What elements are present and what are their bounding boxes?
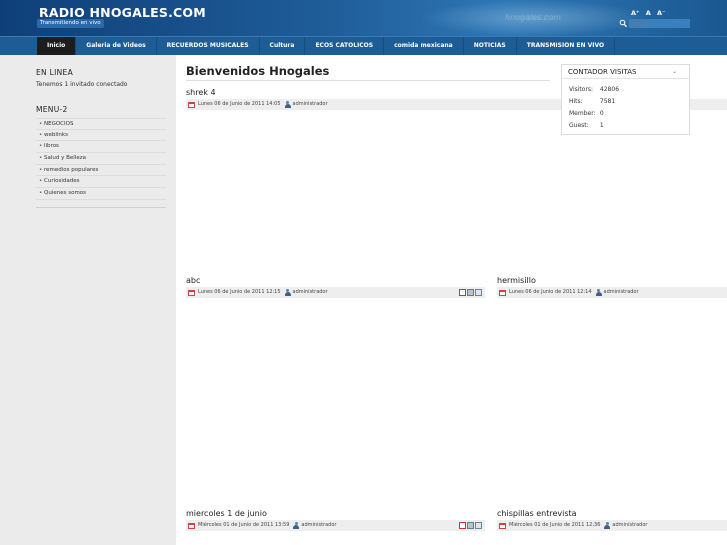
site-title[interactable]: RADIO HNOGALES.COM	[39, 5, 206, 20]
article-meta: Lunes 06 de Junio de 2011 12:15 administ…	[186, 287, 485, 298]
menu-list: NEGOCIOS weblinks libros Salud y Belleza…	[36, 118, 166, 200]
nav-item-ecos-catolicos[interactable]: ECOS CATOLICOS	[305, 37, 385, 55]
calendar-icon	[499, 289, 506, 296]
counter-label: Visitors:	[569, 86, 594, 93]
font-reset-button[interactable]: A	[646, 9, 651, 17]
search-icon	[619, 19, 627, 28]
header-watermark: hnogales.com	[505, 13, 561, 22]
print-icon[interactable]	[467, 522, 474, 529]
pdf-icon[interactable]	[459, 289, 466, 296]
user-icon	[284, 101, 291, 108]
nav-items: Inicio Galeria de Videos RECUERDOS MUSIC…	[37, 37, 616, 58]
counter-label: Member:	[569, 110, 596, 117]
title-divider	[186, 80, 550, 81]
article-date: Miércoles 01 de Junio de 2011 13:59	[198, 522, 290, 528]
counter-row-hits: Hits: 7581	[569, 98, 615, 105]
menu-item-curiosidades[interactable]: Curiosidades	[36, 176, 166, 189]
email-icon[interactable]	[475, 522, 482, 529]
chevron-icon[interactable]: ⌄	[672, 65, 677, 79]
user-icon	[284, 289, 291, 296]
counter-header: CONTADOR VISITAS ⌄	[562, 65, 689, 79]
nav-item-noticias[interactable]: NOTICIAS	[464, 37, 517, 55]
search-box	[619, 19, 690, 28]
article-title[interactable]: chispillas entrevista	[497, 508, 727, 520]
left-sidebar: EN LINEA Tenemos 1 invitado conectado ME…	[0, 55, 176, 545]
counter-label: Guest:	[569, 122, 589, 129]
counter-label: Hits:	[569, 98, 583, 105]
article-title[interactable]: abc	[186, 275, 485, 287]
menu-item-quienes-somos[interactable]: Quienes somos	[36, 188, 166, 200]
article-date: Miércoles 01 de Junio de 2011 12:36	[509, 522, 601, 528]
nav-item-recuerdos-musicales[interactable]: RECUERDOS MUSICALES	[157, 37, 260, 55]
menu-heading: MENU-2	[36, 105, 68, 114]
article-hermisillo: hermisillo Lunes 06 de Junio de 2011 12:…	[497, 275, 727, 298]
nav-item-transmision-en-vivo[interactable]: TRANSMISION EN VIVO	[517, 37, 616, 55]
counter-value: 1	[599, 122, 604, 129]
article-abc: abc Lunes 06 de Junio de 2011 12:15 admi…	[186, 275, 485, 298]
counter-value: 7581	[599, 98, 616, 105]
nav-item-galeria-de-videos[interactable]: Galeria de Videos	[76, 37, 157, 55]
menu-item-libros[interactable]: libros	[36, 141, 166, 154]
online-status-text: Tenemos 1 invitado conectado	[36, 81, 128, 88]
calendar-icon	[188, 101, 195, 108]
article-author: administrador	[603, 289, 639, 295]
user-icon	[595, 289, 602, 296]
article-date: Lunes 06 de Junio de 2011 14:05	[198, 101, 281, 107]
article-author: administrador	[292, 289, 328, 295]
counter-value: 0	[599, 110, 604, 117]
user-icon	[604, 522, 611, 529]
email-icon[interactable]	[475, 289, 482, 296]
page-title: Bienvenidos Hnogales	[186, 64, 330, 78]
counter-value: 42806	[599, 86, 620, 93]
article-date: Lunes 06 de Junio de 2011 12:15	[198, 289, 281, 295]
nav-item-inicio[interactable]: Inicio	[37, 37, 77, 58]
counter-row-visitors: Visitors: 42806	[569, 86, 619, 93]
nav-item-cultura[interactable]: Cultura	[260, 37, 306, 55]
nav-item-comida-mexicana[interactable]: comida mexicana	[384, 37, 464, 55]
site-tagline: Transmitiendo en vivo	[37, 19, 104, 28]
menu-item-negocios[interactable]: NEGOCIOS	[36, 118, 166, 130]
print-icon[interactable]	[467, 289, 474, 296]
user-icon	[293, 522, 300, 529]
site-header: RADIO HNOGALES.COM Transmitiendo en vivo…	[0, 0, 727, 36]
menu-item-salud-y-belleza[interactable]: Salud y Belleza	[36, 153, 166, 165]
counter-row-guest: Guest: 1	[569, 122, 604, 129]
calendar-icon	[499, 522, 506, 529]
main-nav: Inicio Galeria de Videos RECUERDOS MUSIC…	[0, 36, 727, 58]
font-size-controls: A⁺ A A⁻	[631, 9, 670, 17]
menu-item-remedios-populares[interactable]: remedios populares	[36, 165, 166, 177]
article-meta: Lunes 06 de Junio de 2011 12:14 administ…	[497, 287, 727, 298]
counter-row-member: Member: 0	[569, 110, 604, 117]
sidebar-divider	[36, 207, 166, 208]
font-decrease-button[interactable]: A⁻	[657, 9, 665, 17]
article-title[interactable]: hermisillo	[497, 275, 727, 287]
article-chispillas-entrevista: chispillas entrevista Miércoles 01 de Ju…	[497, 508, 727, 531]
article-miercoles-1-de-junio: miercoles 1 de junio Miércoles 01 de Jun…	[186, 508, 485, 531]
article-meta: Miércoles 01 de Junio de 2011 12:36 admi…	[497, 520, 727, 531]
article-meta: Miércoles 01 de Junio de 2011 13:59 admi…	[186, 520, 485, 531]
pdf-icon[interactable]	[459, 522, 466, 529]
search-input[interactable]	[629, 19, 690, 28]
article-tools	[459, 289, 482, 296]
article-date: Lunes 06 de Junio de 2011 12:14	[509, 289, 592, 295]
visit-counter-box: CONTADOR VISITAS ⌄ Visitors: 42806 Hits:…	[561, 64, 690, 135]
counter-title: CONTADOR VISITAS	[568, 68, 637, 76]
article-title[interactable]: miercoles 1 de junio	[186, 508, 485, 520]
menu-item-weblinks[interactable]: weblinks	[36, 130, 166, 142]
font-increase-button[interactable]: A⁺	[631, 9, 639, 17]
calendar-icon	[188, 522, 195, 529]
article-author: administrador	[301, 522, 337, 528]
article-author: administrador	[292, 101, 328, 107]
calendar-icon	[188, 289, 195, 296]
online-heading: EN LINEA	[36, 68, 74, 77]
article-author: administrador	[612, 522, 648, 528]
article-tools	[459, 522, 482, 529]
